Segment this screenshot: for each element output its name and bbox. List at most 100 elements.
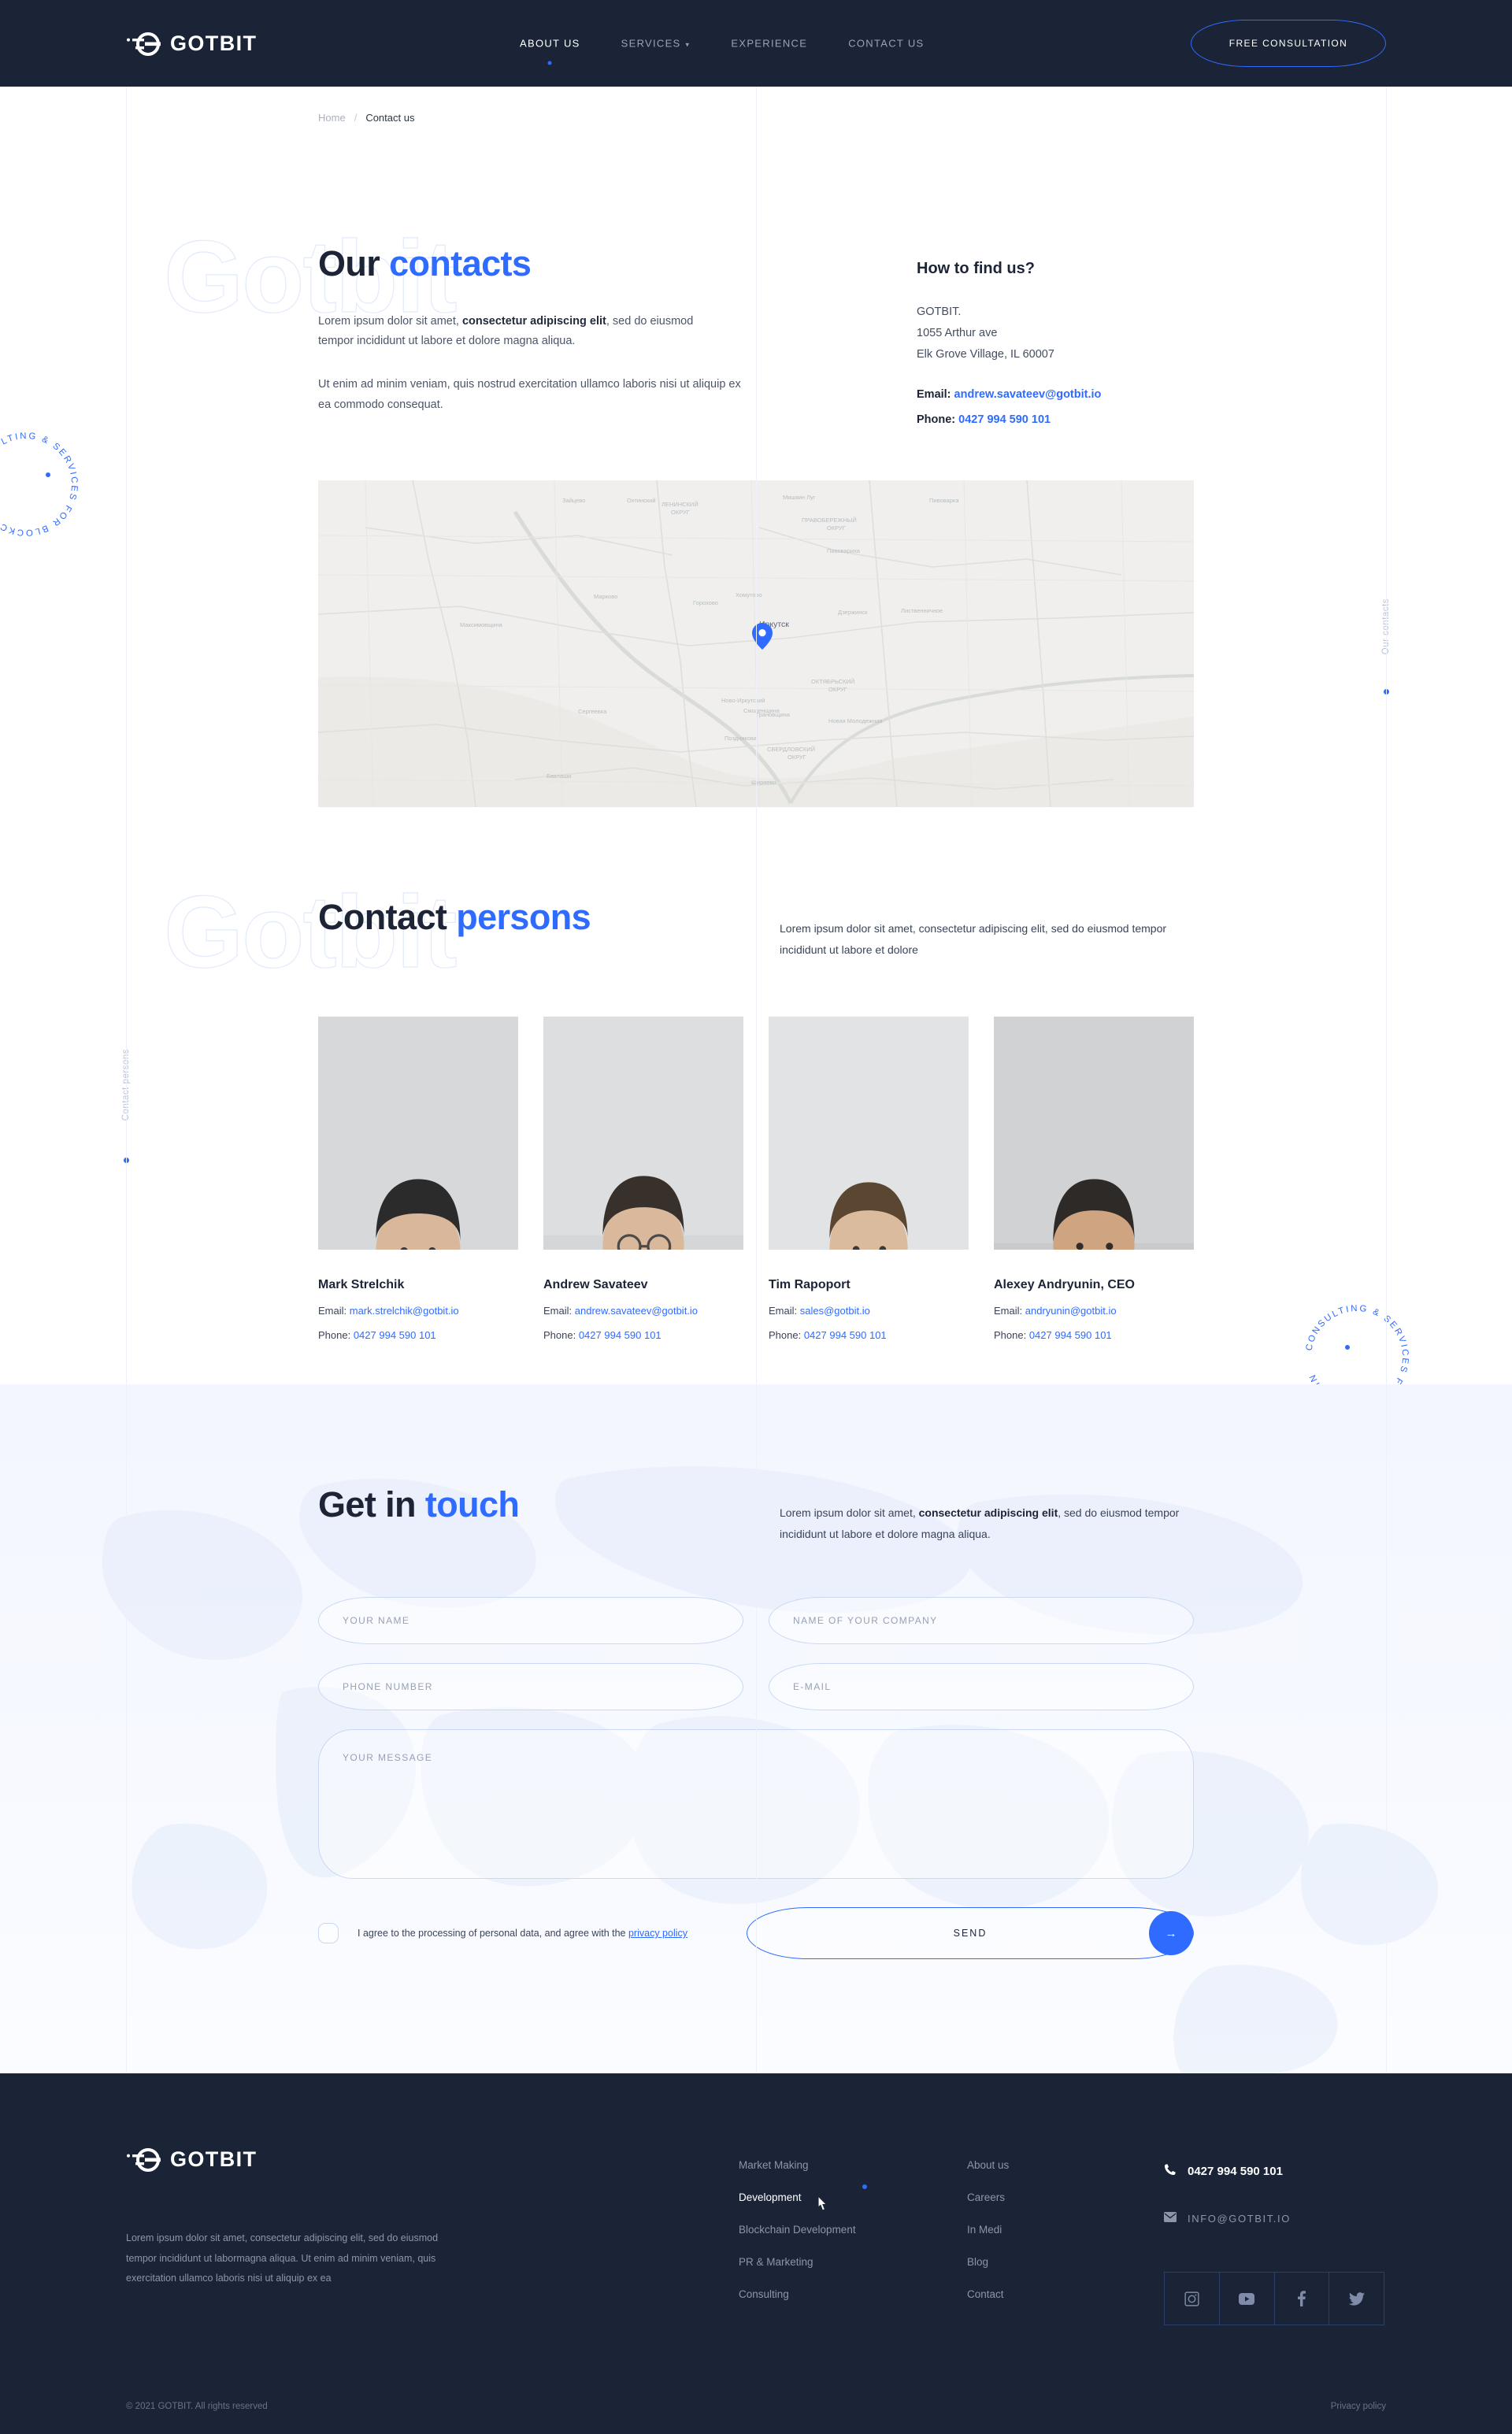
facebook-icon[interactable] [1275,2273,1330,2325]
youtube-icon[interactable] [1220,2273,1275,2325]
person-card: Mark Strelchik Email: mark.strelchik@got… [318,1017,518,1341]
logo-text: GOTBIT [170,31,258,55]
address: GOTBIT. 1055 Arthur ave Elk Grove Villag… [917,302,1247,365]
svg-text:Зайцево: Зайцево [562,497,585,504]
svg-text:Ширяево: Ширяево [751,779,776,786]
person-phone-link[interactable]: 0427 994 590 101 [354,1329,436,1341]
svg-text:ОКРУГ: ОКРУГ [671,509,690,516]
breadcrumb-home[interactable]: Home [318,112,346,124]
send-button[interactable]: SEND → [747,1907,1194,1959]
gotbit-logo-icon [126,30,162,57]
git-sub-a: Lorem ipsum dolor sit amet, [780,1506,919,1519]
breadcrumb: Home / Contact us [318,112,414,124]
person-name: Andrew Savateev [543,1278,648,1291]
email-label: Email: [917,388,951,402]
person-phone-row: Phone: 0427 994 590 101 [769,1329,969,1341]
footer-link-careers[interactable]: Careers [967,2191,1009,2203]
person-email-link[interactable]: andrew.savateev@gotbit.io [575,1305,698,1317]
nav-item-experience[interactable]: EXPERIENCE [731,33,807,54]
free-consultation-button[interactable]: FREE CONSULTATION [1191,20,1386,67]
heading-part-1: Our [318,243,390,283]
person-phone-link[interactable]: 0427 994 590 101 [579,1329,662,1341]
footer-privacy-policy-link[interactable]: Privacy policy [1331,2402,1386,2411]
free-consultation-label: FREE CONSULTATION [1228,38,1348,49]
person-phone-link[interactable]: 0427 994 590 101 [804,1329,887,1341]
footer-services-column: Market Making Development Blockchain Dev… [739,2159,867,2321]
company-name-input[interactable]: NAME OF YOUR COMPANY [769,1597,1194,1644]
footer-phone[interactable]: 0427 994 590 101 [1164,2163,1384,2179]
phone-link[interactable]: 0427 994 590 101 [958,413,1051,426]
footer-link-consulting[interactable]: Consulting [739,2288,856,2300]
consent-checkbox[interactable] [318,1923,339,1943]
email-link[interactable]: andrew.savateev@gotbit.io [954,388,1102,401]
person-email-link[interactable]: sales@gotbit.io [800,1305,870,1317]
person-email-row: Email: andrew.savateev@gotbit.io [543,1305,743,1317]
person-name: Mark Strelchik [318,1278,405,1291]
person-photo [543,1017,743,1250]
person-email-label: Email: [769,1305,798,1317]
instagram-icon[interactable] [1165,2273,1220,2325]
badge-consulting-left: CONSULTING & SERVICES FOR BLOCKCHAIN [0,425,85,543]
nav-item-services[interactable]: SERVICES ▾ [621,33,691,54]
person-phone-row: Phone: 0427 994 590 101 [994,1329,1194,1341]
p1-a: Lorem ipsum dolor sit amet, [318,314,462,328]
person-phone-label: Phone: [769,1329,802,1341]
how-to-find-us-block: How to find us? GOTBIT. 1055 Arthur ave … [917,260,1247,426]
footer-bottom-bar: © 2021 GOTBIT. All rights reserved Priva… [0,2402,1512,2411]
footer-link-blog[interactable]: Blog [967,2256,1009,2268]
svg-text:Пивоварка: Пивоварка [929,497,959,504]
phone-label: Phone: [917,413,956,427]
svg-text:Позднякова: Позднякова [724,735,758,742]
phone-icon [1164,2163,1177,2179]
page-root: GOTBIT ABOUT US SERVICES ▾ EXPERIENCE CON… [0,0,1512,2434]
contacts-paragraph-2: Ut enim ad minim veniam, quis nostrud ex… [318,378,741,411]
get-in-touch-heading: Get in touch [318,1484,520,1524]
person-email-label: Email: [318,1305,347,1317]
footer-link-development[interactable]: Development [739,2184,867,2203]
svg-text:Новая Молодежная: Новая Молодежная [828,717,882,724]
privacy-policy-link[interactable]: privacy policy [628,1928,687,1939]
svg-text:Дзержинск: Дзержинск [838,609,868,616]
p1-b: consectetur adipiscing elit [461,314,606,328]
person-card: Alexey Andryunin, CEO Email: andryunin@g… [994,1017,1194,1341]
footer-link-about-us[interactable]: About us [967,2159,1009,2171]
person-email-link[interactable]: andryunin@gotbit.io [1025,1305,1117,1317]
svg-text:Мишкин Луг: Мишкин Луг [783,494,816,501]
consent-label: I agree to the processing of personal da… [358,1928,687,1939]
svg-text:ПРАВОБЕРЕЖНЫЙ: ПРАВОБЕРЕЖНЫЙ [802,517,857,524]
footer-link-pr-marketing[interactable]: PR & Marketing [739,2256,856,2268]
footer-email[interactable]: INFO@GOTBIT.IO [1164,2212,1384,2225]
contact-persons-heading-block: Contact persons [318,898,759,937]
footer-link-contact[interactable]: Contact [967,2288,1009,2300]
guide-line-right [1386,87,1387,2073]
footer-logo-text: GOTBIT [170,2147,258,2171]
svg-text:Марково: Марково [594,593,617,600]
twitter-icon[interactable] [1329,2273,1384,2325]
person-photo [769,1017,969,1250]
persons-heading-part-2: persons [456,897,591,937]
git-heading-part-1: Get in [318,1484,425,1524]
svg-text:СВЕРДЛОВСКИЙ: СВЕРДЛОВСКИЙ [767,746,815,753]
how-to-find-us-title: How to find us? [917,260,1035,277]
svg-text:Сергеевка: Сергеевка [578,708,607,715]
nav-item-contact-us[interactable]: CONTACT US [848,33,924,54]
person-photo [318,1017,518,1250]
person-phone-link[interactable]: 0427 994 590 101 [1029,1329,1112,1341]
person-email-link[interactable]: mark.strelchik@gotbit.io [350,1305,459,1317]
footer-link-blockchain-development[interactable]: Blockchain Development [739,2224,856,2236]
svg-text:Охтинский: Охтинский [627,497,656,504]
email-input[interactable]: E-MAIL [769,1663,1194,1710]
nav-item-about-us[interactable]: ABOUT US [520,33,580,54]
git-sub-b: consectetur adipiscing elit [918,1506,1058,1519]
breadcrumb-current: Contact us [365,112,415,124]
your-name-input[interactable]: YOUR NAME [318,1597,743,1644]
badge-dot-left [46,472,50,477]
breadcrumb-separator: / [354,112,358,124]
footer-link-in-medi[interactable]: In Medi [967,2224,1009,2236]
phone-number-input[interactable]: PHONE NUMBER [318,1663,743,1710]
footer-link-market-making[interactable]: Market Making [739,2159,856,2171]
logo[interactable]: GOTBIT [126,30,257,57]
footer-logo[interactable]: GOTBIT [126,2146,257,2173]
svg-text:ОКРУГ: ОКРУГ [788,754,806,761]
chevron-down-icon: ▾ [685,40,691,49]
